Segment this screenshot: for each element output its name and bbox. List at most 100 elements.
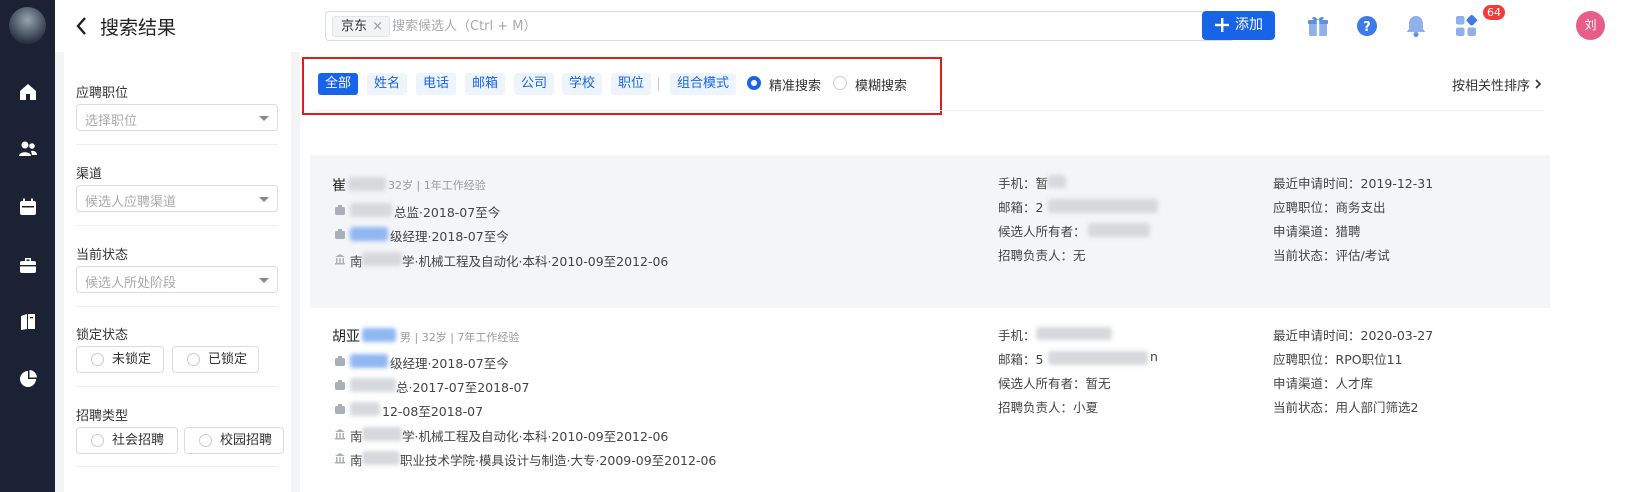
current-status-value: 评估/考试 [1335,248,1390,263]
apps-grid-icon[interactable] [1453,13,1479,39]
recent-apply-field: 最近申请时间：2020-03-27 [1273,325,1433,344]
company-icon [335,404,345,414]
redacted-text [348,177,386,191]
redacted-text [1048,199,1158,213]
recruiter-value: 小夏 [1073,400,1099,415]
edu-prefix: 南 [350,254,363,269]
search-input[interactable] [392,16,1172,37]
school-icon [335,453,345,464]
phone-label: 手机： [998,176,1036,191]
candidate-card[interactable]: 胡亚 男 | 32岁 | 7年工作经验 级经理·2018-07至今 总·2017… [310,312,1550,492]
sort-dropdown[interactable]: 按相关性排序 [1452,75,1542,94]
redacted-text [362,328,396,342]
recent-apply-label: 最近申请时间： [1273,328,1361,343]
bell-icon[interactable] [1403,13,1429,39]
applied-position-label: 应聘职位： [1273,352,1336,367]
back-arrow-icon[interactable] [73,15,91,37]
search-tag[interactable]: 京东 × [332,16,391,37]
recruiter-label: 招聘负责人： [998,400,1074,415]
people-icon[interactable] [0,129,55,169]
main-content: 全部 姓名 电话 邮箱 公司 学校 职位 组合模式 精准搜索 模糊搜索 按相关性… [300,52,1641,492]
status-select[interactable]: 候选人所处阶段 [76,266,278,293]
status-filter-label: 当前状态 [76,248,129,263]
lock-option-label: 未锁定 [112,352,152,367]
lock-filter-label: 锁定状态 [76,328,129,343]
recent-apply-field: 最近申请时间：2019-12-31 [1273,173,1433,192]
owner-field: 候选人所有者：暂无 [998,373,1111,392]
apply-channel-value: 人才库 [1335,376,1374,391]
current-status-value: 用人部门筛选2 [1335,400,1419,415]
work-experience: 级经理·2018-07至今 [390,356,509,371]
owner-label: 候选人所有者： [998,224,1086,239]
help-icon[interactable]: ? [1354,13,1380,39]
gift-icon[interactable] [1305,13,1331,39]
work-experience: 级经理·2018-07至今 [390,229,509,244]
recruiter-field: 招聘负责人：无 [998,245,1086,264]
recruit-type-campus[interactable]: 校园招聘 [184,427,284,454]
school-icon [335,429,345,440]
chevron-right-icon [1535,79,1542,89]
recent-apply-value: 2020-03-27 [1360,328,1434,343]
apply-channel-value: 猎聘 [1335,224,1361,239]
position-select[interactable]: 选择职位 [76,104,278,131]
applied-position-value: RPO职位11 [1335,352,1403,367]
user-logo[interactable] [9,7,46,44]
svg-text:?: ? [1363,20,1371,35]
position-filter-label: 应聘职位 [76,86,129,101]
user-avatar[interactable]: 刘 [1576,11,1605,40]
recruiter-value: 无 [1073,248,1086,263]
app-root: 搜索结果 京东 × 添加 ? 64 刘 应聘职位 选择职位 [0,0,1641,492]
redacted-text [350,378,396,392]
owner-label: 候选人所有者： [998,376,1086,391]
calendar-icon[interactable] [0,187,55,227]
recent-apply-value: 2019-12-31 [1360,176,1434,191]
redacted-text [362,252,402,266]
redacted-text [350,227,388,241]
recruiter-field: 招聘负责人：小夏 [998,397,1098,416]
lock-option-locked[interactable]: 已锁定 [172,346,259,373]
divider [76,306,278,307]
phone-field: 手机： [998,325,1036,344]
search-box[interactable]: 京东 × [325,11,1235,41]
left-nav-rail [0,0,55,492]
phone-label: 手机： [998,328,1036,343]
email-field: 邮箱：5 [998,349,1043,368]
plus-icon [1215,18,1229,32]
redacted-text [350,354,388,368]
radio-circle [187,353,200,366]
education: 学·机械工程及自动化·本科·2010-09至2012-06 [402,254,669,269]
recruit-type-social[interactable]: 社会招聘 [76,427,178,454]
candidate-card[interactable]: 崔 32岁 | 1年工作经验 总监·2018-07至今 级经理·2018-07至… [310,155,1550,308]
recruit-type-label: 社会招聘 [112,433,165,448]
work-experience: 总·2017-07至2018-07 [396,380,530,395]
company-icon [335,229,345,239]
filter-sidebar: 应聘职位 选择职位 渠道 候选人应聘渠道 当前状态 候选人所处阶段 锁定状态 未… [55,52,300,492]
current-status-field: 当前状态：评估/考试 [1273,245,1390,264]
candidate-name[interactable]: 崔 [332,175,346,195]
book-icon[interactable] [0,302,55,342]
work-experience: 12-08至2018-07 [382,404,484,419]
radio-circle [91,353,104,366]
home-icon[interactable] [0,72,55,112]
edu-prefix: 南 [350,453,363,468]
current-status-field: 当前状态：用人部门筛选2 [1273,397,1418,416]
channel-select[interactable]: 候选人应聘渠道 [76,185,278,212]
candidate-meta: 32岁 | 1年工作经验 [388,179,486,192]
divider [76,386,278,387]
edu-prefix: 南 [350,429,363,444]
briefcase-icon[interactable] [0,245,55,285]
candidate-name[interactable]: 胡亚 [332,326,360,346]
tag-close-icon[interactable]: × [372,17,383,36]
status-select-placeholder: 候选人所处阶段 [85,276,177,291]
add-button[interactable]: 添加 [1202,11,1275,40]
applied-position-field: 应聘职位：商务支出 [1273,197,1386,216]
email-tail: n [1150,349,1158,364]
pie-chart-icon[interactable] [0,359,55,399]
redacted-text [362,451,400,465]
recruiter-label: 招聘负责人： [998,248,1074,263]
current-status-label: 当前状态： [1273,248,1336,263]
redacted-text [1036,327,1112,340]
lock-option-label: 已锁定 [208,352,248,367]
lock-option-unlocked[interactable]: 未锁定 [76,346,164,373]
owner-field: 候选人所有者： [998,221,1086,240]
